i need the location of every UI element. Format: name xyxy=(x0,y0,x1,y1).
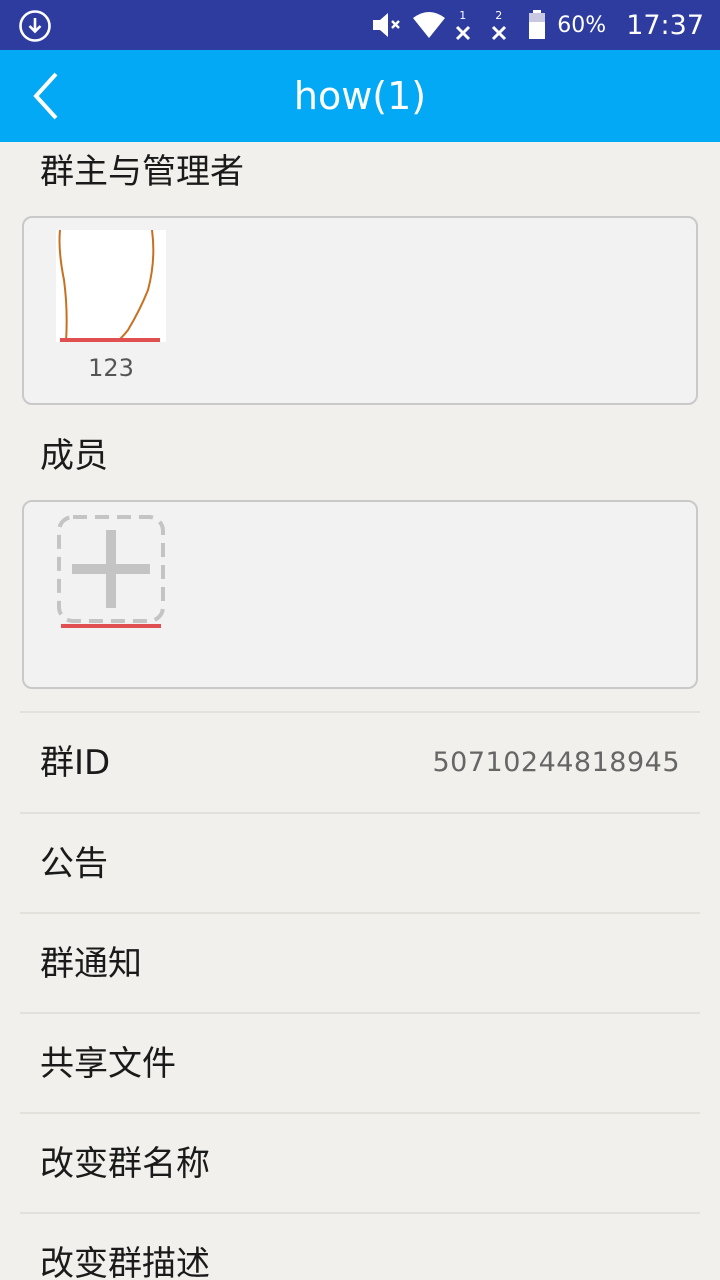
members-box xyxy=(22,500,698,689)
announcement-row[interactable]: 公告 xyxy=(20,812,700,912)
announcement-label: 公告 xyxy=(40,844,108,884)
plus-icon xyxy=(57,515,165,623)
group-id-row[interactable]: 群ID 50710244818945 xyxy=(20,711,700,811)
owners-section-label: 群主与管理者 xyxy=(40,152,244,192)
group-id-label: 群ID xyxy=(40,743,111,783)
battery-percent: 60% xyxy=(557,12,607,38)
group-id-value: 50710244818945 xyxy=(432,747,680,778)
change-group-description-label: 改变群描述 xyxy=(40,1244,210,1280)
owners-box: 123 xyxy=(22,216,698,405)
member-name: 123 xyxy=(88,354,134,382)
volume-mute-icon xyxy=(373,13,401,37)
change-group-description-row[interactable]: 改变群描述 xyxy=(20,1212,700,1280)
shared-files-row[interactable]: 共享文件 xyxy=(20,1012,700,1112)
group-notification-label: 群通知 xyxy=(40,944,142,984)
members-section-label: 成员 xyxy=(40,436,108,476)
battery-icon xyxy=(529,10,546,39)
chevron-left-icon xyxy=(33,72,58,120)
owner-member[interactable]: 123 xyxy=(56,230,166,382)
download-circle-icon xyxy=(19,10,51,42)
change-group-name-row[interactable]: 改变群名称 xyxy=(20,1112,700,1212)
avatar xyxy=(56,230,166,342)
sim2-label: 2 xyxy=(495,9,503,22)
no-signal-sim2-icon: 2 xyxy=(489,5,511,45)
avatar-underline xyxy=(60,338,160,342)
back-button[interactable] xyxy=(22,68,78,124)
app-bar: how(1) xyxy=(0,50,720,142)
clock: 17:37 xyxy=(626,9,704,41)
add-member-button[interactable] xyxy=(56,514,166,628)
no-signal-sim1-icon: 1 xyxy=(453,5,475,45)
add-underline xyxy=(61,624,161,628)
wifi-icon xyxy=(413,12,446,38)
page-title: how(1) xyxy=(293,74,427,118)
status-bar: 1 2 60% 17:37 xyxy=(0,0,720,50)
sim1-label: 1 xyxy=(459,9,467,22)
shared-files-label: 共享文件 xyxy=(40,1044,176,1084)
change-group-name-label: 改变群名称 xyxy=(40,1144,210,1184)
group-notification-row[interactable]: 群通知 xyxy=(20,912,700,1012)
